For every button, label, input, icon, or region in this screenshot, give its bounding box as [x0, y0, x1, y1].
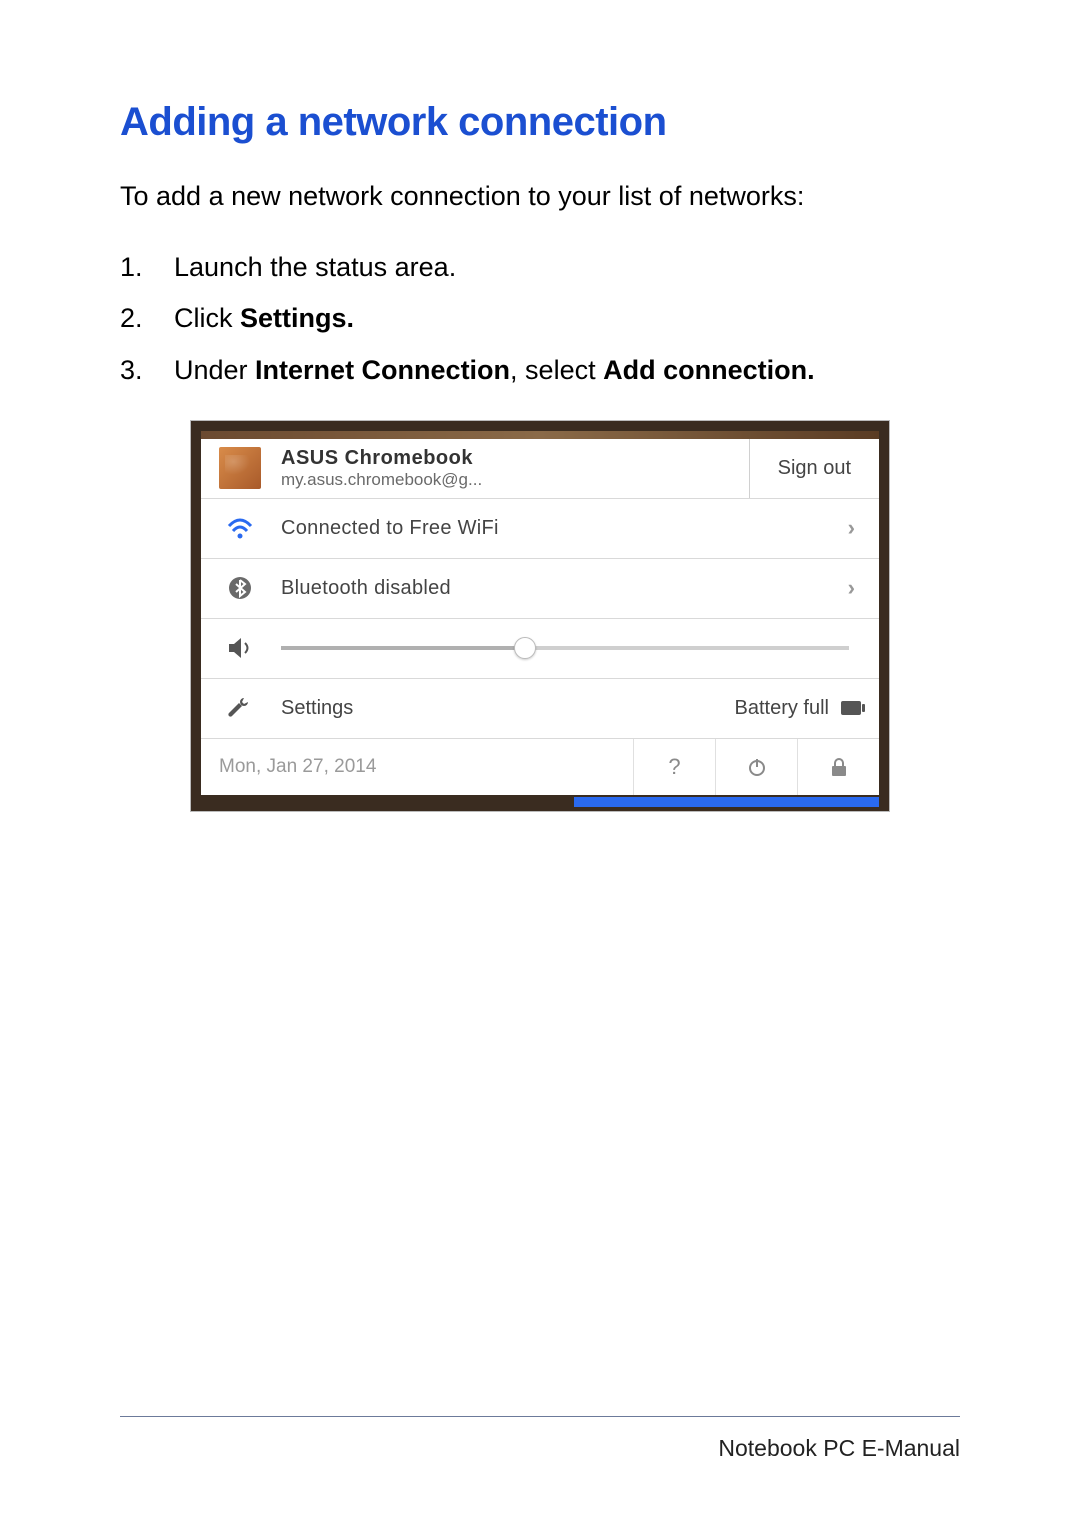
step-2: 2. Click Settings. [120, 295, 960, 342]
volume-row[interactable] [201, 619, 879, 679]
user-email: my.asus.chromebook@g... [281, 470, 731, 490]
panel-footer: Mon, Jan 27, 2014 ? [201, 739, 879, 795]
settings-row: Settings Battery full [201, 679, 879, 739]
page-heading: Adding a network connection [120, 100, 960, 145]
intro-text: To add a new network connection to your … [120, 177, 960, 216]
bluetooth-icon [219, 576, 261, 600]
volume-slider[interactable] [281, 646, 849, 650]
chevron-right-icon: › [848, 575, 861, 601]
step-text-bold: Settings. [240, 303, 354, 333]
step-number: 3. [120, 347, 174, 394]
step-text-pre: Under [174, 355, 255, 385]
step-1: 1. Launch the status area. [120, 244, 960, 291]
wifi-label: Connected to Free WiFi [281, 517, 848, 540]
step-text-bold: Internet Connection [255, 355, 510, 385]
wifi-icon [219, 517, 261, 539]
bluetooth-label: Bluetooth disabled [281, 577, 848, 600]
speaker-icon [219, 637, 261, 659]
slider-thumb[interactable] [514, 637, 536, 659]
battery-label: Battery full [735, 697, 829, 720]
lock-button[interactable] [797, 739, 879, 795]
help-button[interactable]: ? [633, 739, 715, 795]
settings-link[interactable]: Settings [281, 697, 353, 720]
status-area-screenshot: ASUS Chromebook my.asus.chromebook@g... … [190, 420, 890, 812]
step-3: 3. Under Internet Connection, select Add… [120, 347, 960, 394]
date-label: Mon, Jan 27, 2014 [201, 756, 376, 778]
steps-list: 1. Launch the status area. 2. Click Sett… [120, 244, 960, 394]
document-footer: Notebook PC E-Manual [120, 1416, 960, 1462]
chevron-right-icon: › [848, 515, 861, 541]
bluetooth-row[interactable]: Bluetooth disabled › [201, 559, 879, 619]
divider [749, 439, 750, 498]
battery-icon [841, 701, 861, 715]
wifi-row[interactable]: Connected to Free WiFi › [201, 499, 879, 559]
step-text-mid: , select [510, 355, 603, 385]
user-row[interactable]: ASUS Chromebook my.asus.chromebook@g... … [201, 439, 879, 499]
power-button[interactable] [715, 739, 797, 795]
sign-out-button[interactable]: Sign out [768, 457, 861, 480]
wallpaper-strip [201, 431, 879, 439]
step-text-bold2: Add connection. [603, 355, 815, 385]
step-number: 2. [120, 295, 174, 342]
taskbar-highlight [574, 797, 879, 807]
step-text: Under Internet Connection, select Add co… [174, 347, 815, 394]
wrench-icon [219, 696, 261, 720]
avatar [219, 447, 261, 489]
user-name: ASUS Chromebook [281, 447, 731, 470]
slider-fill [281, 646, 525, 650]
step-text: Launch the status area. [174, 244, 456, 291]
step-number: 1. [120, 244, 174, 291]
footer-label: Notebook PC E-Manual [718, 1435, 960, 1462]
step-text: Click Settings. [174, 295, 354, 342]
status-panel: ASUS Chromebook my.asus.chromebook@g... … [201, 439, 879, 795]
step-text-pre: Click [174, 303, 240, 333]
